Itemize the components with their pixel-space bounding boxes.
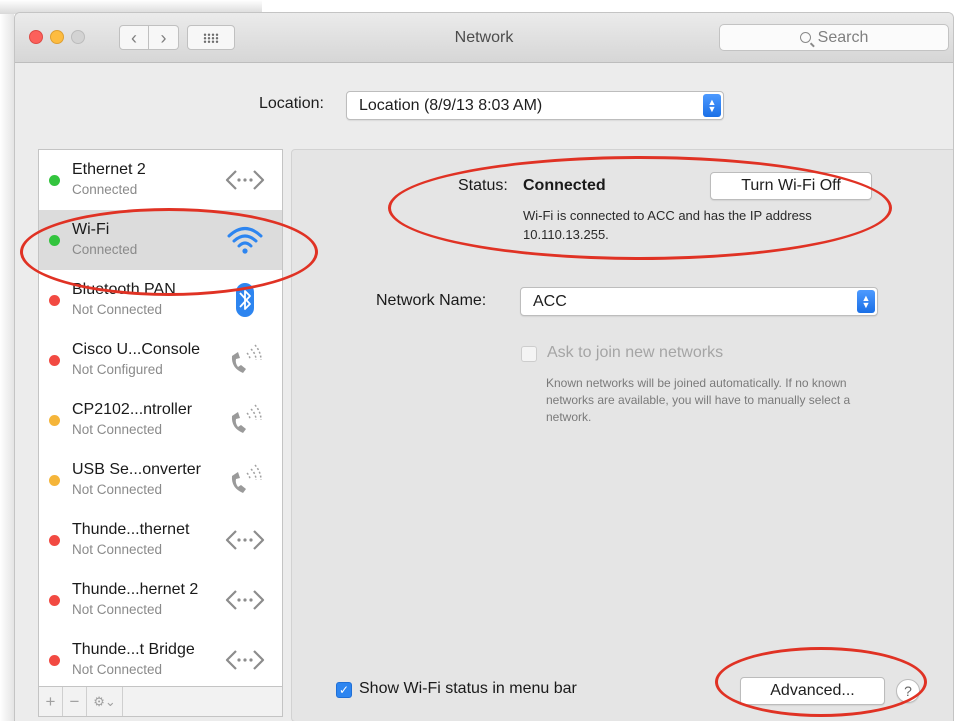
network-preferences-window: ‹ › Network Search Location: Location (8… <box>14 12 954 721</box>
service-item-ethernet-2[interactable]: Ethernet 2 Connected <box>39 150 282 210</box>
wifi-icon <box>227 227 263 254</box>
service-item-cisco-console[interactable]: Cisco U...Console Not Configured <box>39 330 282 390</box>
location-popup[interactable]: Location (8/9/13 8:03 AM) ▲ ▼ <box>346 91 724 120</box>
remove-service-button[interactable]: − <box>63 687 87 716</box>
service-status: Not Connected <box>72 302 163 317</box>
status-value: Connected <box>523 177 606 194</box>
popup-arrows-icon: ▲ ▼ <box>857 290 875 313</box>
ask-join-checkbox[interactable] <box>521 346 537 362</box>
detail-pane: Status: Connected Turn Wi-Fi Off Wi-Fi i… <box>291 149 953 721</box>
service-list: Ethernet 2 Connected Wi-Fi Connected Blu… <box>38 149 283 687</box>
location-value: Location (8/9/13 8:03 AM) <box>359 96 543 114</box>
service-status: Not Connected <box>72 602 163 617</box>
service-name: USB Se...onverter <box>72 461 201 478</box>
service-item-cp2102[interactable]: CP2102...ntroller Not Connected <box>39 390 282 450</box>
status-dot-amber <box>49 475 60 486</box>
service-status: Not Connected <box>72 482 163 497</box>
status-dot-red <box>49 595 60 606</box>
service-item-bluetooth-pan[interactable]: Bluetooth PAN Not Connected <box>39 270 282 330</box>
status-dot-green <box>49 235 60 246</box>
service-item-thunderbolt-ethernet[interactable]: Thunde...thernet Not Connected <box>39 510 282 570</box>
service-status: Connected <box>72 182 138 197</box>
phone-icon <box>231 464 262 493</box>
show-status-checkbox[interactable]: ✓ <box>336 682 352 698</box>
ethernet-icon <box>225 530 265 550</box>
plus-icon: + <box>45 691 56 711</box>
ask-join-label: Ask to join new networks <box>547 344 724 361</box>
ethernet-icon <box>225 590 265 610</box>
service-name: Thunde...thernet <box>72 521 190 538</box>
help-button[interactable]: ? <box>896 679 920 703</box>
popup-arrows-icon: ▲ ▼ <box>703 94 721 117</box>
show-status-label: Show Wi-Fi status in menu bar <box>359 680 577 697</box>
service-name: Thunde...hernet 2 <box>72 581 199 598</box>
gear-icon: ⚙⌄ <box>93 693 116 709</box>
advanced-button[interactable]: Advanced... <box>740 677 885 705</box>
ethernet-icon <box>225 650 265 670</box>
service-list-footer: + − ⚙⌄ <box>38 687 283 717</box>
network-name-popup[interactable]: ACC ▲ ▼ <box>520 287 878 316</box>
status-dot-amber <box>49 415 60 426</box>
service-name: Cisco U...Console <box>72 341 201 358</box>
service-status: Not Connected <box>72 542 163 557</box>
service-status: Not Connected <box>72 662 163 677</box>
network-name-label: Network Name: <box>376 292 487 309</box>
service-status: Not Connected <box>72 422 163 437</box>
status-dot-red <box>49 535 60 546</box>
status-label: Status: <box>458 177 508 194</box>
service-name: Bluetooth PAN <box>72 281 176 298</box>
bluetooth-icon <box>236 283 254 317</box>
status-dot-red <box>49 295 60 306</box>
turn-wifi-off-button[interactable]: Turn Wi-Fi Off <box>710 172 872 200</box>
service-name: CP2102...ntroller <box>72 401 193 418</box>
location-label: Location: <box>259 95 324 112</box>
window-shadow <box>0 14 14 721</box>
service-item-thunderbolt-bridge[interactable]: Thunde...t Bridge Not Connected <box>39 630 282 686</box>
service-name: Thunde...t Bridge <box>72 641 195 658</box>
service-item-usb-serial[interactable]: USB Se...onverter Not Connected <box>39 450 282 510</box>
title-bar: ‹ › Network Search <box>15 13 953 63</box>
search-placeholder: Search <box>817 28 869 46</box>
service-item-wifi[interactable]: Wi-Fi Connected <box>39 210 282 270</box>
checkmark-icon: ✓ <box>338 683 350 697</box>
add-service-button[interactable]: + <box>39 687 63 716</box>
ask-join-description: Known networks will be joined automatica… <box>546 376 851 424</box>
status-description: Wi-Fi is connected to ACC and has the IP… <box>523 208 812 242</box>
service-name: Wi-Fi <box>72 221 110 238</box>
phone-icon <box>231 404 262 433</box>
service-item-thunderbolt-ethernet-2[interactable]: Thunde...hernet 2 Not Connected <box>39 570 282 630</box>
minus-icon: − <box>69 691 80 711</box>
search-icon <box>799 32 811 43</box>
network-name-value: ACC <box>533 292 567 310</box>
status-dot-green <box>49 175 60 186</box>
phone-icon <box>231 344 262 373</box>
ethernet-icon <box>225 170 265 190</box>
status-dot-red <box>49 655 60 666</box>
service-status: Not Configured <box>72 362 163 377</box>
search-field[interactable]: Search <box>719 24 949 51</box>
status-dot-red <box>49 355 60 366</box>
service-status: Connected <box>72 242 138 257</box>
service-name: Ethernet 2 <box>72 161 146 178</box>
action-menu-button[interactable]: ⚙⌄ <box>87 687 123 716</box>
